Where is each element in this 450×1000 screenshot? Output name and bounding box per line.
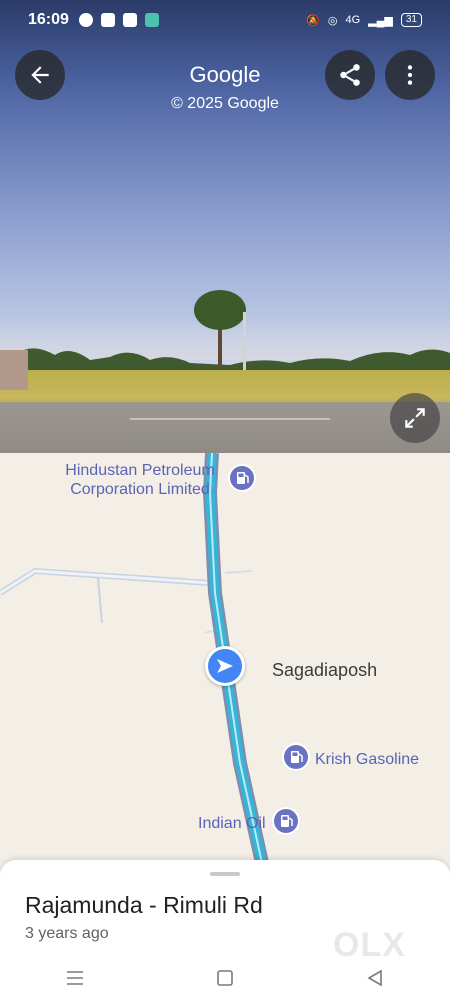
navigation-arrow-icon — [217, 659, 233, 673]
mute-icon: 🔕 — [306, 14, 320, 27]
fuel-pin-icon[interactable] — [281, 742, 311, 772]
menu-icon — [67, 970, 83, 985]
current-location-marker[interactable] — [205, 646, 245, 686]
drag-handle[interactable] — [210, 872, 240, 876]
poi-krish-gasoline[interactable]: Krish Gasoline — [315, 750, 419, 769]
expand-icon — [405, 408, 425, 428]
header-title: Google — [189, 62, 261, 87]
more-vertical-icon — [407, 65, 413, 85]
menu-nav-button[interactable] — [55, 963, 95, 993]
capture-age: 3 years ago — [25, 925, 109, 942]
road-marking — [130, 418, 330, 420]
status-bar: 16:09 🔕 ◎ 4G ▂▄▆ 31 — [0, 0, 450, 40]
more-options-button[interactable] — [385, 50, 435, 100]
location-status-icon: ◎ — [327, 14, 338, 27]
road-name: Rajamunda - Rimuli Rd — [25, 892, 263, 918]
battery-icon: 31 — [400, 13, 422, 27]
poi-label-line1: Hindustan Petroleum — [65, 462, 215, 479]
home-square-icon — [217, 969, 233, 986]
share-icon — [340, 64, 360, 86]
poi-hindustan-petroleum[interactable]: Hindustan Petroleum Corporation Limited — [55, 461, 225, 499]
news-icon — [122, 13, 137, 27]
back-triangle-icon — [367, 969, 382, 986]
home-nav-button[interactable] — [205, 963, 245, 993]
back-nav-button[interactable] — [355, 963, 395, 993]
tv-icon — [100, 13, 115, 27]
fuel-pin-icon[interactable] — [271, 806, 301, 836]
chat-icon — [144, 13, 159, 27]
header-copyright: © 2025 Google — [171, 95, 279, 112]
network-label: 4G — [345, 14, 361, 26]
house — [0, 350, 28, 390]
expand-button[interactable] — [390, 393, 440, 443]
place-label-sagadiaposh: Sagadiaposh — [272, 660, 378, 680]
signal-icon: ▂▄▆ — [368, 14, 393, 27]
poi-label-line2: Corporation Limited — [70, 481, 210, 498]
status-time: 16:09 — [28, 11, 69, 28]
road — [0, 402, 450, 453]
poi-indian-oil[interactable]: Indian Oil — [198, 814, 266, 833]
system-nav-bar — [0, 955, 450, 1000]
play-icon — [78, 13, 93, 27]
share-button[interactable] — [325, 50, 375, 100]
fuel-pin-icon[interactable] — [227, 463, 257, 493]
